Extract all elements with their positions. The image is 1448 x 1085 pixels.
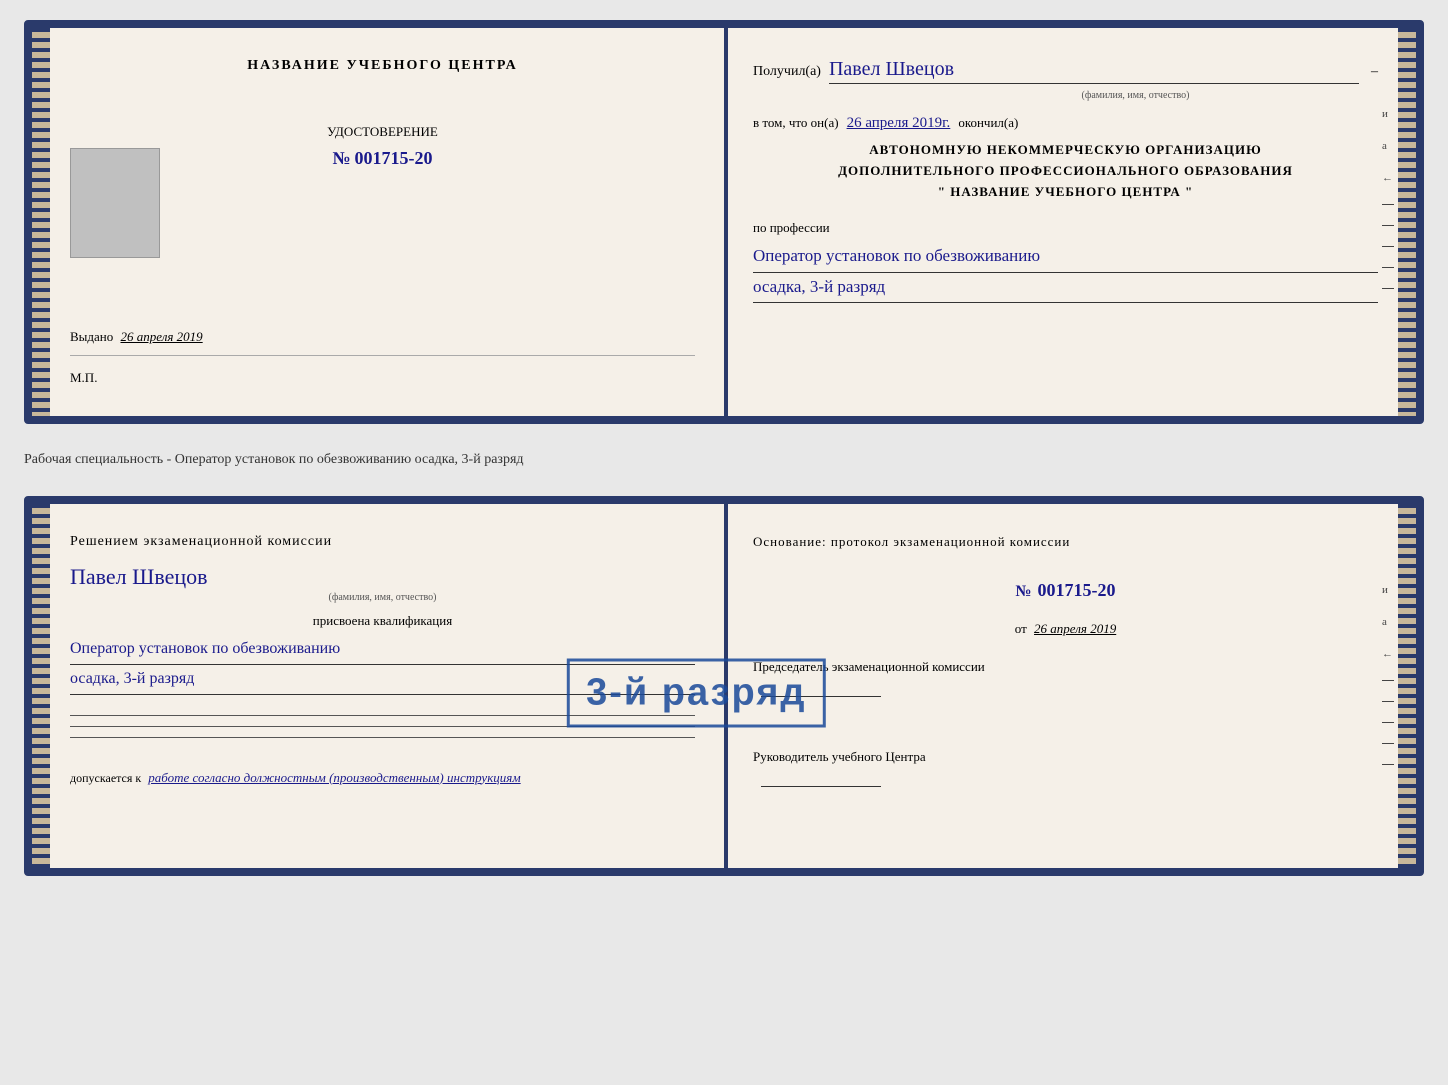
stamp: 3-й разряд <box>567 659 825 728</box>
profession-line1: Оператор установок по обезвоживанию <box>753 242 1378 272</box>
mp-label: М.П. <box>70 370 695 386</box>
issued-prefix: Выдано <box>70 329 113 344</box>
issued-date: 26 апреля 2019 <box>121 329 203 344</box>
profession-label: по профессии <box>753 220 1378 236</box>
cert-number: 001715-20 <box>355 148 433 169</box>
doc-right-1: Получил(а) Павел Швецов – (фамилия, имя,… <box>723 28 1416 416</box>
document-card-2: Решением экзаменационной комиссии Павел … <box>24 496 1424 876</box>
photo-placeholder <box>70 148 160 258</box>
decision-title: Решением экзаменационной комиссии <box>70 534 695 550</box>
allowed-text: работе согласно должностным (производств… <box>148 770 520 785</box>
director-signature <box>761 767 881 788</box>
doc-left-1: НАЗВАНИЕ УЧЕБНОГО ЦЕНТРА УДОСТОВЕРЕНИЕ №… <box>32 28 723 416</box>
chairman-label: Председатель экзаменационной комиссии <box>753 657 1378 697</box>
document-card-1: НАЗВАНИЕ УЧЕБНОГО ЦЕНТРА УДОСТОВЕРЕНИЕ №… <box>24 20 1424 424</box>
cert-number-prefix: № <box>332 148 350 169</box>
protocol-prefix: № <box>1015 583 1031 601</box>
recipient-name: Павел Швецов <box>829 58 1359 84</box>
certified-suffix: окончил(а) <box>958 115 1018 131</box>
spine-right-2 <box>1398 504 1416 868</box>
stamp-text: 3-й разряд <box>586 672 806 714</box>
date-line: от 26 апреля 2019 <box>753 621 1378 637</box>
profession-line2: осадка, 3-й разряд <box>753 273 1378 303</box>
allowed-text-area: допускается к работе согласно должностны… <box>70 768 695 789</box>
date-prefix: от <box>1015 621 1027 636</box>
director-label: Руководитель учебного Центра <box>753 747 1378 787</box>
doc-right-2: Основание: протокол экзаменационной коми… <box>723 504 1416 868</box>
spine-right-1 <box>1398 28 1416 416</box>
qualification-label: присвоена квалификация <box>70 613 695 629</box>
received-prefix: Получил(а) <box>753 64 821 80</box>
page-wrapper: НАЗВАНИЕ УЧЕБНОГО ЦЕНТРА УДОСТОВЕРЕНИЕ №… <box>24 20 1424 876</box>
cert-label: УДОСТОВЕРЕНИЕ <box>70 124 695 140</box>
name-sublabel-1: (фамилия, имя, отчество) <box>893 90 1378 101</box>
date-value: 26 апреля 2019 <box>1034 621 1116 636</box>
org-name: АВТОНОМНУЮ НЕКОММЕРЧЕСКУЮ ОРГАНИЗАЦИЮ ДО… <box>753 140 1378 202</box>
divider-left-1 <box>70 355 695 356</box>
certified-prefix: в том, что он(а) <box>753 115 839 131</box>
side-chars-right-1: и а ← <box>1382 108 1394 289</box>
allowed-prefix: допускается к <box>70 771 141 785</box>
side-chars-right-2: и а ← <box>1382 584 1394 765</box>
name-sublabel-2: (фамилия, имя, отчество) <box>70 592 695 603</box>
person-name-2: Павел Швецов <box>70 564 208 589</box>
training-center-title: НАЗВАНИЕ УЧЕБНОГО ЦЕНТРА <box>70 58 695 74</box>
separator-text: Рабочая специальность - Оператор установ… <box>24 442 1424 478</box>
protocol-number: 001715-20 <box>1038 580 1116 601</box>
certified-date: 26 апреля 2019г. <box>847 115 951 132</box>
basis-title: Основание: протокол экзаменационной коми… <box>753 534 1378 550</box>
